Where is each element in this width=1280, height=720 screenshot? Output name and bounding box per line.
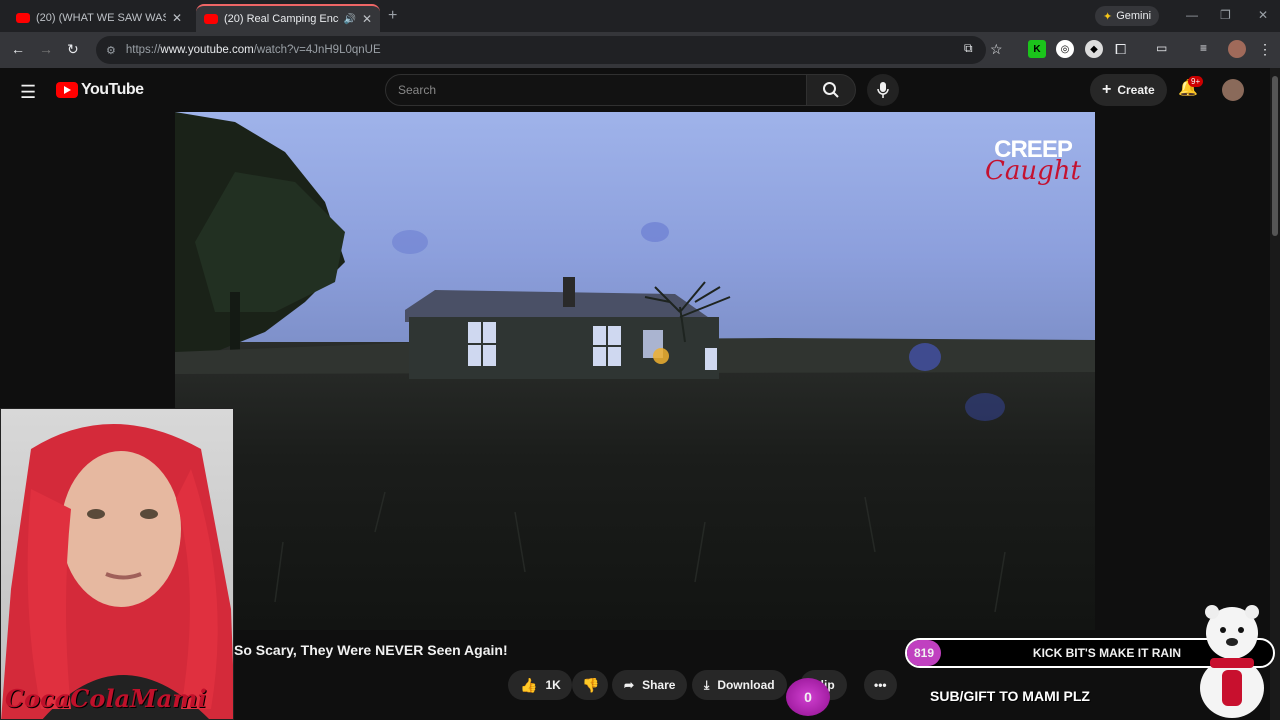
plus-icon: + bbox=[1102, 81, 1112, 98]
microphone-icon bbox=[877, 82, 889, 98]
video-title: So Scary, They Were NEVER Seen Again! bbox=[234, 642, 508, 658]
media-control-icon[interactable]: ≡ bbox=[1200, 41, 1207, 55]
youtube-favicon-icon bbox=[204, 14, 218, 24]
youtube-header: ☰ YouTube Search + Create 🔔 9+ bbox=[0, 68, 1270, 112]
gemini-label: Gemini bbox=[1116, 10, 1152, 22]
create-button[interactable]: + Create bbox=[1090, 74, 1167, 106]
profile-avatar[interactable] bbox=[1228, 40, 1246, 58]
tab-title: (20) Real Camping Encount bbox=[224, 13, 339, 25]
share-label: Share bbox=[642, 678, 676, 692]
sub-counter: 0 bbox=[786, 678, 830, 716]
bookmark-star-icon[interactable]: ☆ bbox=[990, 41, 1003, 58]
install-app-icon[interactable]: ⧉ bbox=[964, 41, 973, 56]
extensions-puzzle-icon[interactable]: ⧠ bbox=[1115, 41, 1126, 58]
voice-search-button[interactable] bbox=[867, 74, 899, 106]
thumbs-down-icon: 👎 bbox=[582, 676, 600, 693]
search-button[interactable] bbox=[806, 74, 856, 106]
speaker-icon[interactable]: 🔊 bbox=[343, 14, 355, 25]
back-icon[interactable]: ← bbox=[11, 41, 25, 57]
gemini-button[interactable]: ✦ Gemini bbox=[1095, 6, 1160, 26]
extension-icon[interactable]: ◆ bbox=[1085, 40, 1103, 58]
youtube-play-icon bbox=[56, 82, 78, 98]
kick-extension-icon[interactable]: K bbox=[1028, 40, 1046, 58]
download-icon: ⤓ bbox=[704, 677, 710, 692]
minimize-icon[interactable]: — bbox=[1186, 8, 1198, 22]
browser-tab-2[interactable]: (20) Real Camping Encount 🔊 ✕ bbox=[196, 4, 380, 32]
dislike-button[interactable]: 👎 bbox=[572, 670, 608, 700]
bits-count: 819 bbox=[907, 640, 941, 666]
sub-goal-label: SUB/GIFT TO MAMI PLZ bbox=[930, 688, 1090, 704]
menu-kebab-icon[interactable]: ⋮ bbox=[1258, 41, 1272, 58]
restore-icon[interactable]: ❐ bbox=[1220, 8, 1231, 22]
browser-tab-1[interactable]: (20) (WHAT WE SAW WAS TERI ✕ bbox=[8, 4, 190, 32]
url-path: /watch?v=4JnH9L0qnUE bbox=[253, 44, 381, 56]
more-actions-button[interactable]: ••• bbox=[864, 670, 897, 700]
thumbs-up-icon: 👍 bbox=[520, 676, 538, 693]
close-tab-icon[interactable]: ✕ bbox=[362, 12, 372, 26]
browser-tab-strip: (20) (WHAT WE SAW WAS TERI ✕ (20) Real C… bbox=[0, 0, 1280, 32]
youtube-logo[interactable]: YouTube bbox=[56, 81, 144, 99]
watermark-line2: Caught bbox=[985, 156, 1081, 186]
browser-toolbar: ← → ↻ ⚙ https://www.youtube.com/watch?v=… bbox=[0, 32, 1280, 68]
address-bar[interactable]: ⚙ https://www.youtube.com/watch?v=4JnH9L… bbox=[96, 36, 986, 64]
scrollbar-thumb[interactable] bbox=[1272, 76, 1278, 236]
like-button[interactable]: 👍 1K bbox=[508, 670, 572, 700]
download-button[interactable]: ⤓ Download bbox=[692, 670, 787, 700]
logo-text: YouTube bbox=[81, 81, 144, 98]
url-site: www.youtube.com bbox=[160, 44, 254, 56]
extension-icon[interactable]: ◎ bbox=[1056, 40, 1074, 58]
close-tab-icon[interactable]: ✕ bbox=[172, 11, 182, 25]
share-button[interactable]: ➦ Share bbox=[612, 670, 688, 700]
sparkle-icon: ✦ bbox=[1103, 10, 1113, 23]
streamer-name: CocaColaMami bbox=[5, 684, 207, 713]
reload-icon[interactable]: ↻ bbox=[67, 41, 79, 58]
new-tab-icon[interactable]: + bbox=[388, 7, 397, 25]
hamburger-menu-icon[interactable]: ☰ bbox=[20, 82, 36, 103]
close-window-icon[interactable]: ✕ bbox=[1258, 8, 1268, 22]
creep-caught-watermark: CREEP Caught bbox=[985, 138, 1081, 186]
like-count: 1K bbox=[545, 678, 561, 692]
forward-icon[interactable]: → bbox=[39, 41, 53, 57]
url-prefix: https:// bbox=[125, 44, 161, 56]
create-label: Create bbox=[1117, 83, 1155, 97]
streamer-webcam: CocaColaMami bbox=[0, 408, 234, 720]
search-input[interactable]: Search bbox=[385, 74, 807, 106]
share-arrow-icon: ➦ bbox=[624, 678, 635, 692]
polar-bear-mascot-image bbox=[1200, 605, 1264, 718]
streamer-face-image bbox=[1, 424, 233, 719]
video-frame-scene bbox=[175, 112, 1095, 613]
more-horizontal-icon: ••• bbox=[874, 678, 887, 692]
notification-badge: 9+ bbox=[1188, 76, 1204, 87]
search-icon bbox=[823, 82, 839, 98]
youtube-favicon-icon bbox=[16, 13, 30, 23]
site-info-icon[interactable]: ⚙ bbox=[106, 44, 116, 57]
tab-title: (20) (WHAT WE SAW WAS TERI bbox=[36, 12, 166, 24]
video-player[interactable]: CREEP Caught bbox=[175, 112, 1095, 630]
tab-search-icon[interactable]: ▭ bbox=[1156, 41, 1167, 55]
account-avatar[interactable] bbox=[1222, 79, 1244, 101]
download-label: Download bbox=[717, 678, 775, 692]
search-placeholder: Search bbox=[398, 83, 437, 97]
